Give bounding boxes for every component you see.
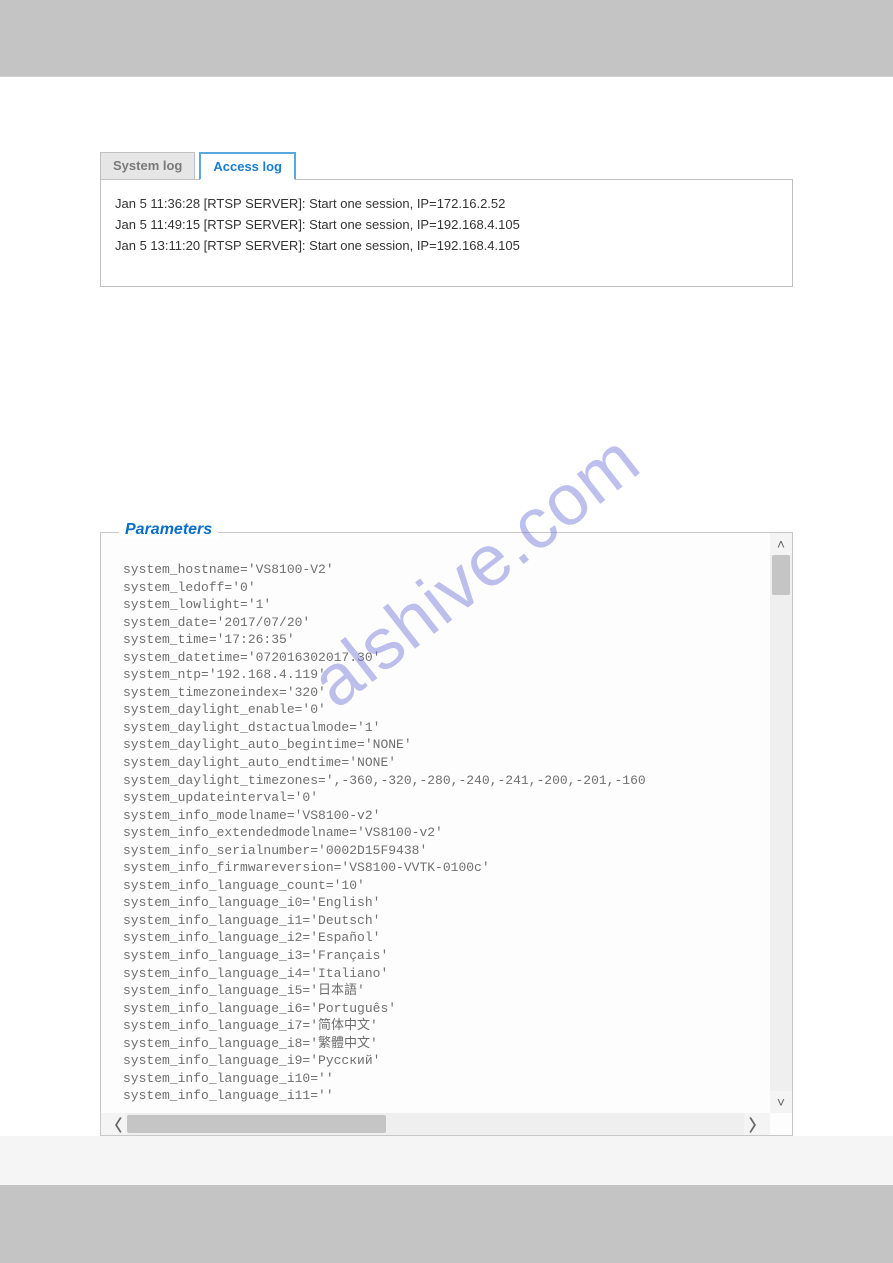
main-content: System log Access log Jan 5 11:36:28 [RT… — [0, 76, 893, 1136]
log-line: Jan 5 11:36:28 [RTSP SERVER]: Start one … — [115, 194, 778, 215]
tab-access-log[interactable]: Access log — [199, 152, 296, 180]
parameters-legend: Parameters — [119, 521, 218, 539]
parameters-text: system_hostname='VS8100-V2' system_ledof… — [101, 533, 770, 1113]
horizontal-scroll-track[interactable] — [127, 1113, 744, 1135]
log-line: Jan 5 11:49:15 [RTSP SERVER]: Start one … — [115, 215, 778, 236]
log-tabs: System log Access log — [100, 152, 793, 180]
scroll-right-arrow[interactable]: 〉 — [744, 1113, 770, 1135]
vertical-scroll-track[interactable] — [770, 555, 792, 1091]
vertical-scroll-thumb[interactable] — [772, 555, 790, 595]
access-log-panel: Jan 5 11:36:28 [RTSP SERVER]: Start one … — [100, 179, 793, 287]
vertical-scrollbar[interactable]: ˄ ˅ — [770, 533, 792, 1113]
header-strip — [0, 0, 893, 76]
scroll-up-arrow[interactable]: ˄ — [770, 533, 792, 555]
horizontal-scrollbar[interactable]: 〈 〉 — [101, 1113, 770, 1135]
footer-strip — [0, 1185, 893, 1263]
parameters-panel: Parameters system_hostname='VS8100-V2' s… — [100, 532, 793, 1136]
scroll-left-arrow[interactable]: 〈 — [101, 1113, 127, 1135]
tab-system-log[interactable]: System log — [100, 152, 195, 180]
horizontal-scroll-thumb[interactable] — [127, 1115, 386, 1133]
log-line: Jan 5 13:11:20 [RTSP SERVER]: Start one … — [115, 236, 778, 257]
scroll-down-arrow[interactable]: ˅ — [770, 1091, 792, 1113]
